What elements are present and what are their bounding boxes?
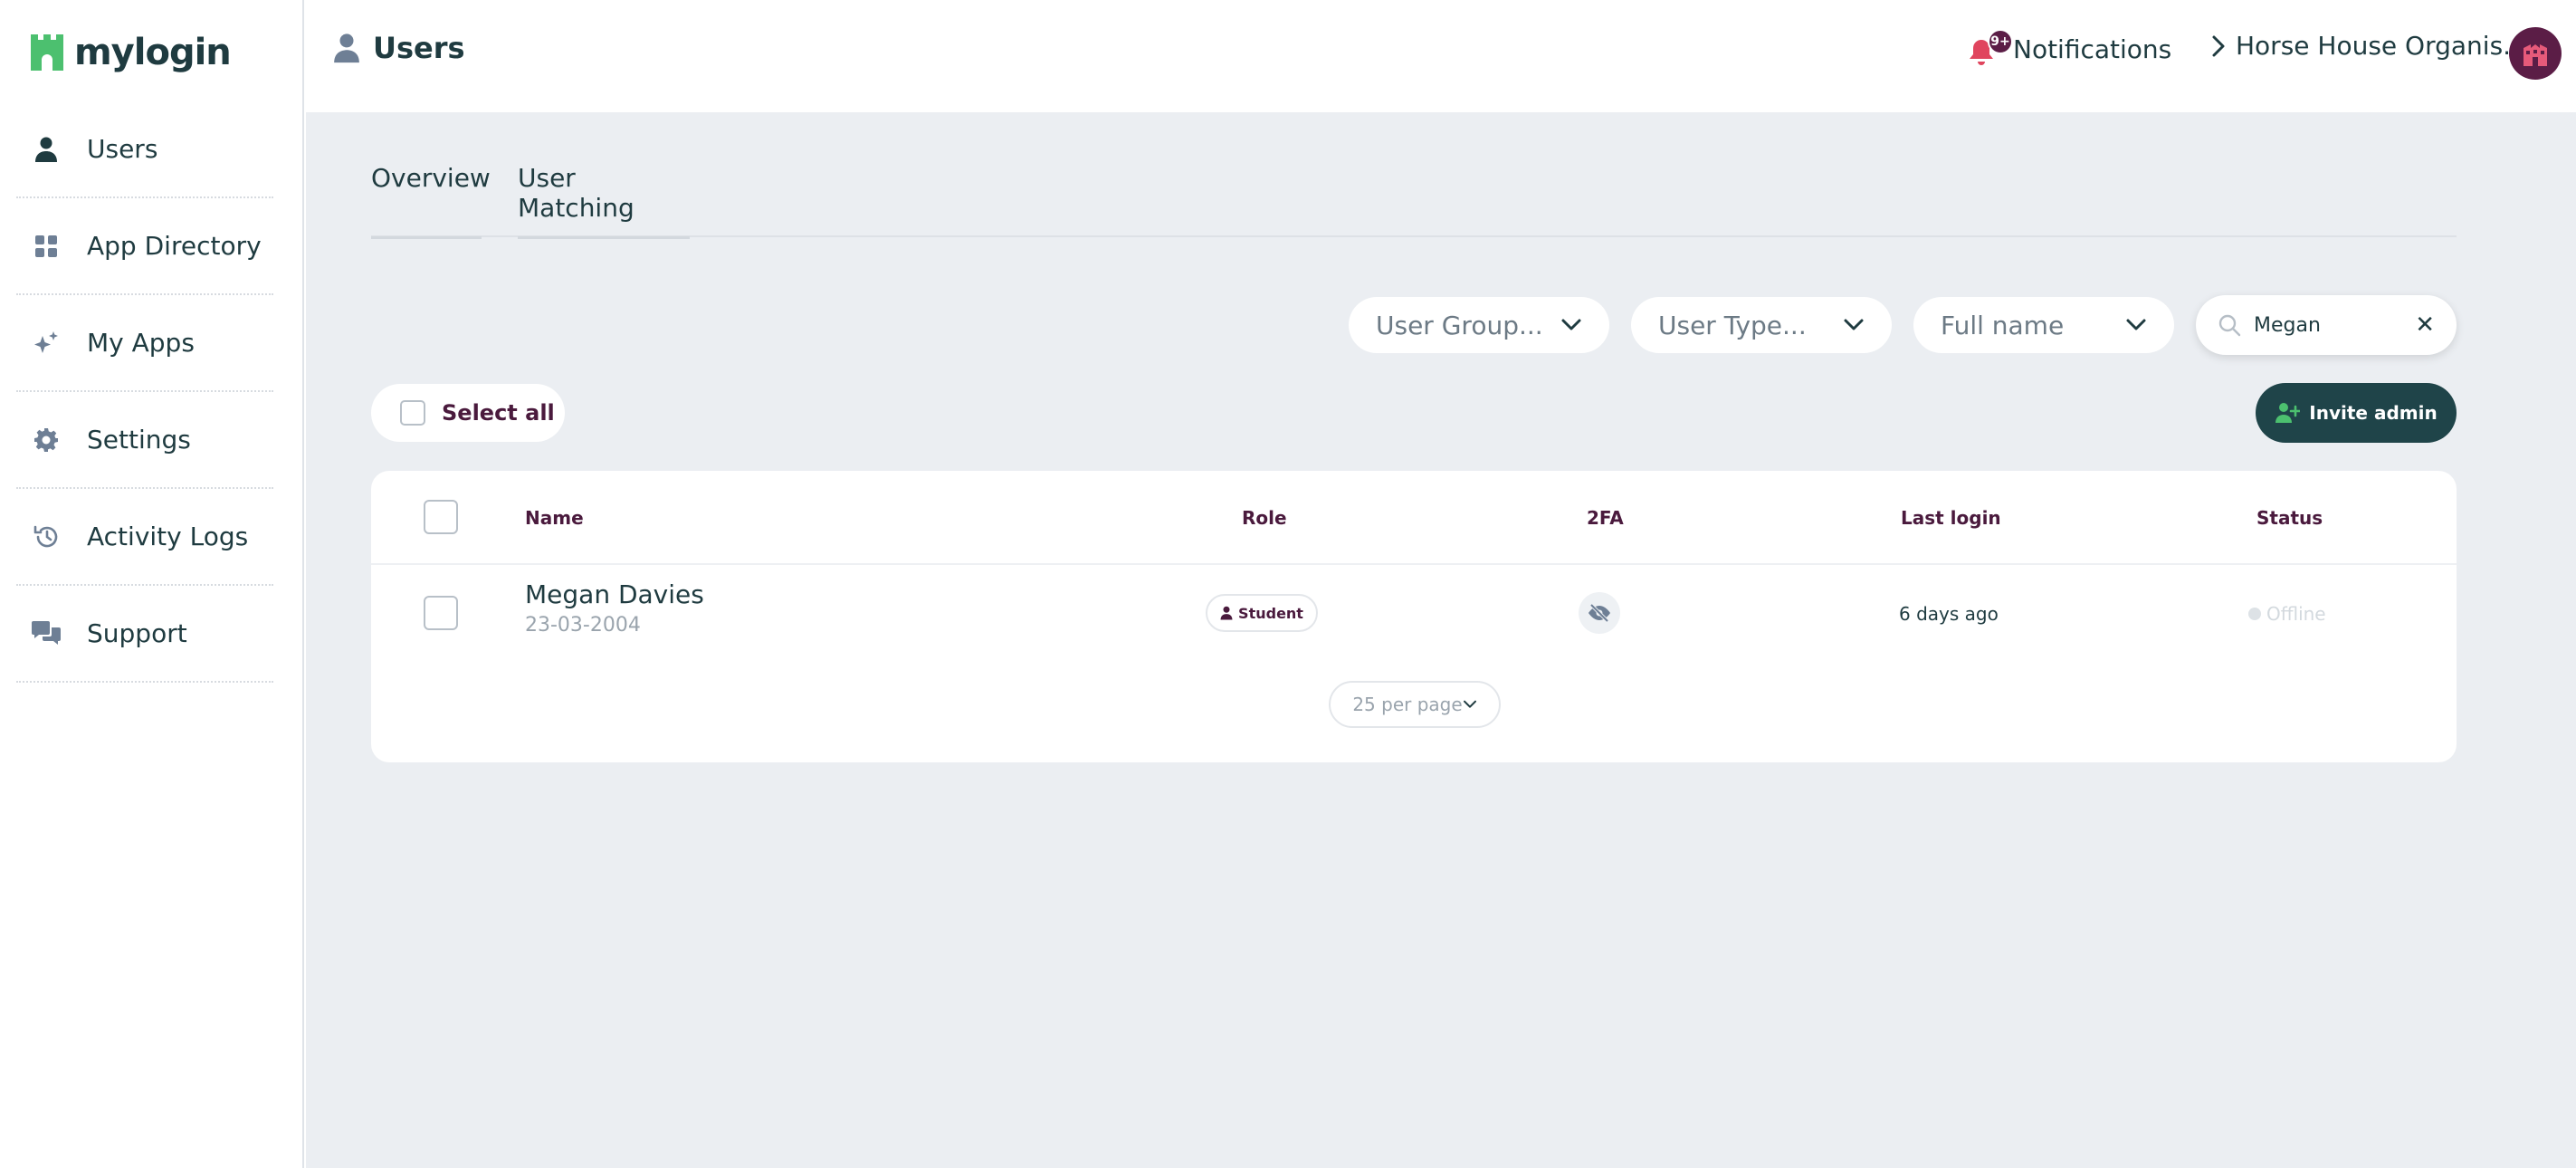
- per-page-select[interactable]: 25 per page: [1329, 681, 1501, 728]
- dropdown-value: User Type...: [1658, 310, 1807, 340]
- search-box: ✕: [2196, 295, 2457, 355]
- sparkle-icon: [31, 328, 62, 359]
- select-all-checkbox[interactable]: [400, 400, 425, 426]
- dropdown-value: User Group...: [1376, 310, 1543, 340]
- history-icon: [31, 522, 62, 552]
- user-icon: [31, 134, 62, 165]
- grid-icon: [31, 231, 62, 262]
- tab-label: User Matching: [518, 163, 634, 223]
- status-badge: Offline: [2248, 603, 2326, 625]
- chat-icon: [31, 618, 62, 649]
- tab-label: Overview: [371, 163, 491, 193]
- status-label: Offline: [2266, 603, 2326, 625]
- brand-name: mylogin: [74, 32, 232, 73]
- sort-dropdown[interactable]: Full name: [1913, 297, 2174, 353]
- column-header-name[interactable]: Name: [525, 507, 584, 529]
- sidebar-item-settings[interactable]: Settings: [16, 392, 273, 489]
- top-header: Users 9+ Notifications Horse House Organ…: [306, 0, 2576, 112]
- organisation-switcher[interactable]: Horse House Organis...: [2210, 31, 2527, 61]
- user-name[interactable]: Megan Davies: [525, 579, 704, 609]
- row-checkbox[interactable]: [424, 596, 458, 630]
- page-title-text: Users: [373, 31, 465, 65]
- sidebar-item-label: App Directory: [87, 231, 262, 261]
- sidebar: mylogin Users App Directory My Apps Sett…: [0, 0, 304, 1168]
- header-checkbox[interactable]: [424, 500, 458, 534]
- last-login-value: 6 days ago: [1899, 603, 1999, 625]
- sidebar-item-label: Activity Logs: [87, 522, 249, 551]
- sidebar-item-label: Support: [87, 618, 187, 648]
- eye-off-icon: [1579, 592, 1620, 634]
- sidebar-item-label: Users: [87, 134, 158, 164]
- user-group-dropdown[interactable]: User Group...: [1349, 297, 1609, 353]
- sidebar-item-activity-logs[interactable]: Activity Logs: [16, 489, 273, 586]
- chevron-down-icon: [1844, 319, 1864, 330]
- invite-admin-button[interactable]: Invite admin: [2256, 383, 2457, 443]
- sidebar-item-app-directory[interactable]: App Directory: [16, 198, 273, 295]
- building-icon: [2524, 44, 2547, 66]
- select-all-label: Select all: [442, 400, 555, 426]
- add-user-icon: [2275, 403, 2301, 423]
- search-icon: [2218, 314, 2241, 337]
- page-title: Users: [333, 31, 465, 65]
- clear-search-icon[interactable]: ✕: [2415, 311, 2435, 339]
- organisation-name: Horse House Organis...: [2236, 31, 2527, 61]
- tab-user-matching[interactable]: User Matching: [518, 163, 690, 239]
- column-header-role[interactable]: Role: [1242, 507, 1287, 529]
- chevron-down-icon: [1561, 319, 1581, 330]
- search-input[interactable]: [2254, 313, 2416, 337]
- column-header-2fa[interactable]: 2FA: [1587, 507, 1624, 529]
- chevron-down-icon: [1463, 700, 1476, 708]
- chevron-right-icon: [2212, 35, 2225, 56]
- main-content: Overview User Matching User Group... Use…: [306, 112, 2576, 1168]
- gear-icon: [31, 425, 62, 455]
- column-header-last-login[interactable]: Last login: [1901, 507, 2001, 529]
- sidebar-item-my-apps[interactable]: My Apps: [16, 295, 273, 392]
- user-icon: [334, 34, 359, 63]
- dropdown-value: Full name: [1941, 310, 2065, 340]
- sidebar-item-label: Settings: [87, 425, 191, 455]
- sidebar-item-support[interactable]: Support: [16, 586, 273, 683]
- role-badge: Student: [1206, 594, 1318, 632]
- select-all-button[interactable]: Select all: [371, 384, 565, 442]
- sidebar-nav: Users App Directory My Apps Settings Act…: [16, 101, 273, 683]
- status-dot-icon: [2248, 608, 2261, 620]
- users-table: Name Role 2FA Last login Status Megan Da…: [371, 471, 2457, 762]
- user-type-dropdown[interactable]: User Type...: [1631, 297, 1892, 353]
- tab-bar: Overview User Matching: [371, 163, 2457, 239]
- notifications-button[interactable]: 9+ Notifications: [1964, 29, 2172, 67]
- invite-admin-label: Invite admin: [2309, 402, 2438, 424]
- organisation-avatar[interactable]: [2509, 27, 2562, 80]
- per-page-value: 25 per page: [1352, 694, 1463, 715]
- role-label: Student: [1238, 604, 1303, 622]
- sidebar-item-label: My Apps: [87, 328, 195, 358]
- notifications-label: Notifications: [2013, 34, 2172, 64]
- sidebar-item-users[interactable]: Users: [16, 101, 273, 198]
- chevron-down-icon: [2126, 319, 2146, 330]
- table-header: Name Role 2FA Last login Status: [371, 471, 2457, 565]
- user-icon: [1220, 606, 1233, 620]
- logo[interactable]: mylogin: [29, 27, 232, 78]
- tab-overview[interactable]: Overview: [371, 163, 491, 239]
- bell-icon: 9+: [1964, 29, 2013, 67]
- castle-logo-icon: [31, 34, 63, 71]
- notification-count-badge: 9+: [1988, 29, 2013, 54]
- column-header-status[interactable]: Status: [2256, 507, 2323, 529]
- user-date-of-birth: 23-03-2004: [525, 614, 641, 637]
